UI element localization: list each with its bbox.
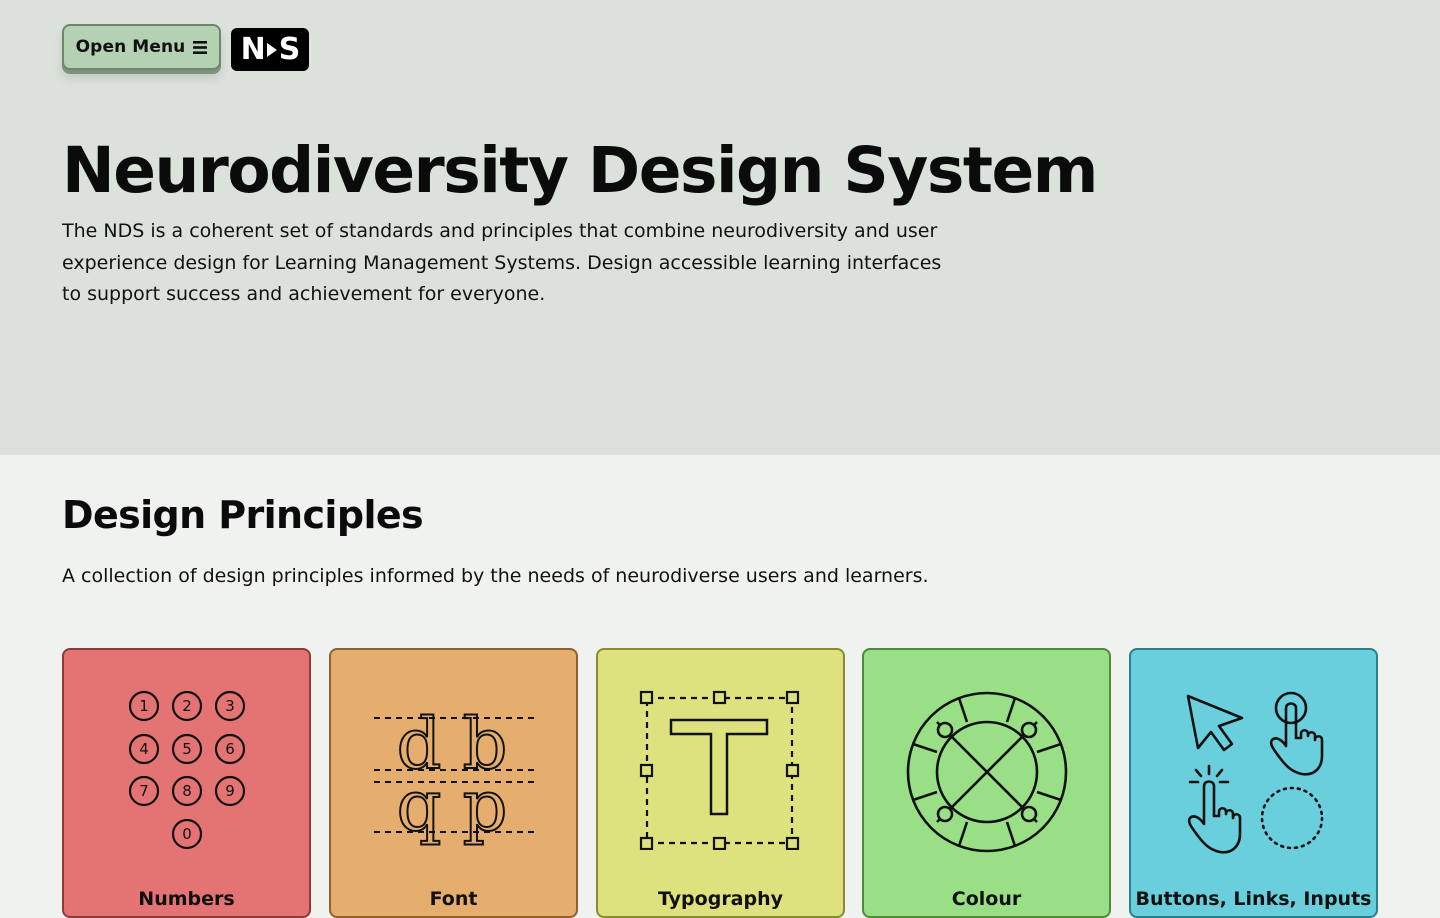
digit-1: 1: [139, 697, 149, 715]
digit-7: 7: [139, 782, 149, 800]
hamburger-icon: [193, 40, 208, 54]
glyph-q: q: [396, 765, 441, 847]
design-principles-section: Design Principles A collection of design…: [0, 455, 1440, 918]
digit-6: 6: [225, 740, 235, 758]
page-intro: The NDS is a coherent set of standards a…: [62, 220, 942, 305]
logo-triangle-icon: [266, 42, 277, 57]
logo-letter-s: S: [278, 32, 301, 67]
section-title: Design Principles: [62, 493, 424, 537]
open-menu-button[interactable]: Open Menu: [62, 24, 221, 70]
card-colour[interactable]: Colour: [862, 648, 1111, 918]
card-label: Colour: [951, 888, 1022, 910]
digit-5: 5: [182, 740, 192, 758]
card-label: Font: [429, 888, 478, 910]
typography-icon: [639, 690, 799, 850]
card-label: Typography: [657, 888, 784, 910]
card-label: Numbers: [138, 888, 235, 910]
card-typography[interactable]: Typography: [596, 648, 845, 918]
card-font[interactable]: d b q p Font: [329, 648, 578, 918]
digit-9: 9: [225, 782, 235, 800]
digit-0: 0: [182, 825, 192, 843]
card-numbers[interactable]: 1 2 3 4 5 6 7 8 9 0 Numbers: [62, 648, 311, 918]
card-label: Buttons, Links, Inputs: [1135, 888, 1372, 910]
card-buttons-links-inputs[interactable]: Buttons, Links, Inputs: [1129, 648, 1378, 918]
font-icon: d b q p: [373, 702, 534, 848]
section-description: A collection of design principles inform…: [62, 565, 929, 587]
logo-letter-n: N: [240, 32, 266, 67]
pointer-icons: [1186, 691, 1323, 854]
nds-logo[interactable]: N S: [231, 28, 309, 71]
digit-3: 3: [225, 697, 235, 715]
colour-wheel-icon: [906, 691, 1067, 853]
open-menu-label: Open Menu: [75, 37, 186, 57]
digit-8: 8: [182, 782, 192, 800]
digit-2: 2: [182, 697, 192, 715]
digit-4: 4: [139, 740, 149, 758]
glyph-p: p: [462, 765, 507, 847]
numbers-icon: 1 2 3 4 5 6 7 8 9 0: [128, 690, 245, 850]
hero-section: Open Menu N S Neurodiversity Design Syst…: [0, 0, 1440, 455]
page-title: Neurodiversity Design System: [62, 134, 1098, 207]
